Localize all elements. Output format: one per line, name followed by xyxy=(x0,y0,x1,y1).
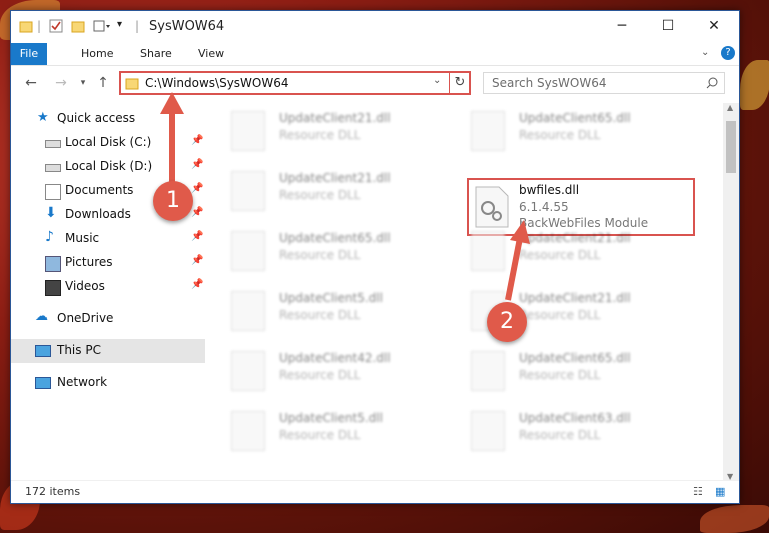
step-2-badge: 2 xyxy=(487,302,527,342)
step-1-badge: 1 xyxy=(153,181,193,221)
annotation-overlay xyxy=(160,92,530,301)
